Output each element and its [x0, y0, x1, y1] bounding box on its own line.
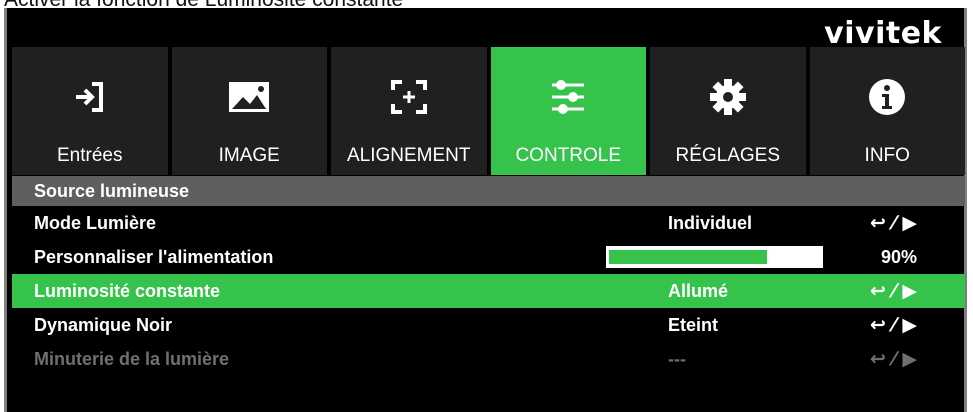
row-label: Dynamique Noir: [34, 315, 173, 335]
gear-icon: [650, 77, 806, 117]
power-level-slider[interactable]: [606, 246, 823, 268]
menu-list: Source lumineuse Mode Lumière Individuel…: [12, 176, 965, 376]
tab-label: RÉGLAGES: [675, 145, 781, 166]
image-icon: [172, 77, 328, 117]
row-value: Allumé: [668, 281, 729, 301]
row-label: Mode Lumière: [34, 213, 157, 233]
alignment-icon: [331, 77, 487, 117]
brand-logo: vivitek: [824, 16, 942, 51]
osd-menu-window: vivitek Entrées IMAGE ALIGNEMENT CONTROL…: [4, 8, 967, 412]
row-label: Luminosité constante: [34, 281, 221, 301]
enter-arrow-icon: ↩ ⁄ ▶: [870, 314, 917, 336]
enter-arrow-icon: ↩ ⁄ ▶: [870, 348, 917, 370]
menu-row-minuterie-lumiere: Minuterie de la lumière --- ↩ ⁄ ▶: [12, 342, 965, 376]
tab-reglages[interactable]: RÉGLAGES: [650, 47, 806, 175]
menu-row-personnaliser-alimentation[interactable]: Personnaliser l'alimentation 90%: [12, 240, 965, 274]
tab-alignement[interactable]: ALIGNEMENT: [331, 47, 487, 175]
row-value: Eteint: [668, 315, 719, 335]
tab-image[interactable]: IMAGE: [171, 47, 328, 175]
menu-row-luminosite-constante[interactable]: Luminosité constante Allumé ↩ ⁄ ▶: [12, 274, 965, 308]
menu-row-mode-lumiere[interactable]: Mode Lumière Individuel ↩ ⁄ ▶: [12, 206, 965, 240]
tab-label: CONTROLE: [515, 145, 622, 166]
row-value: Individuel: [668, 213, 753, 233]
info-icon: [810, 77, 966, 117]
tab-info[interactable]: INFO: [809, 47, 966, 175]
tab-controle[interactable]: CONTROLE: [490, 47, 647, 175]
row-value: ---: [668, 349, 686, 369]
input-icon: [12, 77, 168, 117]
row-label: Personnaliser l'alimentation: [34, 247, 274, 267]
tab-label: ALIGNEMENT: [346, 145, 471, 166]
tab-label: IMAGE: [218, 145, 280, 166]
tab-entrees[interactable]: Entrées: [12, 47, 168, 175]
row-label: Minuterie de la lumière: [34, 349, 230, 369]
tab-label: INFO: [864, 145, 910, 166]
sliders-icon: [491, 77, 647, 117]
tab-label: Entrées: [57, 145, 123, 166]
section-header: Source lumineuse: [12, 176, 965, 206]
enter-arrow-icon: ↩ ⁄ ▶: [870, 212, 917, 234]
menu-row-dynamique-noir[interactable]: Dynamique Noir Eteint ↩ ⁄ ▶: [12, 308, 965, 342]
power-level-fill: [609, 250, 767, 264]
enter-arrow-icon: ↩ ⁄ ▶: [870, 280, 917, 302]
power-percent: 90%: [881, 247, 918, 267]
main-tabs: Entrées IMAGE ALIGNEMENT CONTROLE RÉGLAG…: [12, 47, 965, 175]
